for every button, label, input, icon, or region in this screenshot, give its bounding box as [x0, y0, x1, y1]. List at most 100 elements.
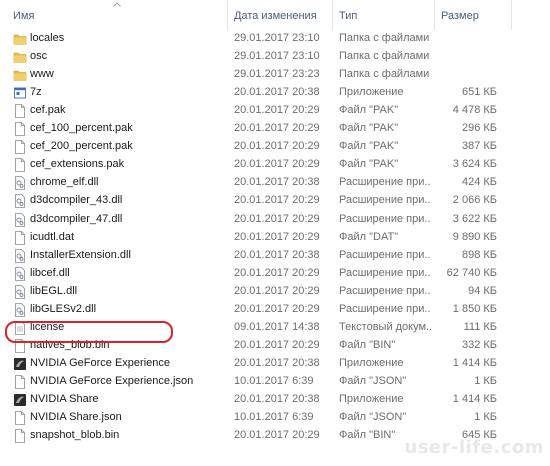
file-icon — [13, 410, 27, 426]
file-type: Приложение — [339, 86, 404, 99]
file-size: 1 414 КБ — [452, 356, 497, 369]
file-row[interactable]: cef_100_percent.pak 20.01.2017 20:29 Файл … — [0, 120, 550, 138]
nvidia-icon — [13, 392, 27, 408]
column-header-type[interactable]: Тип — [339, 10, 357, 22]
file-date-modified: 20.01.2017 20:29 — [234, 122, 320, 135]
file-size: 62 740 КБ — [446, 266, 497, 279]
column-header-name[interactable]: Имя — [13, 10, 34, 22]
file-type: Файл "PAK" — [339, 158, 399, 171]
file-type: Файл "JSON" — [339, 411, 407, 424]
column-divider[interactable] — [227, 0, 228, 30]
file-type: Файл "JSON" — [339, 374, 407, 387]
file-row[interactable]: NVIDIA GeForce Experience.json 10.01.2017… — [0, 373, 550, 391]
file-type: Текстовый докум... — [339, 320, 431, 333]
file-row[interactable]: cef_extensions.pak 20.01.2017 20:29 Файл "… — [0, 156, 550, 174]
file-row[interactable]: cef.pak 20.01.2017 20:29 Файл "PAK" 4 478 К… — [0, 102, 550, 120]
file-date-modified: 20.01.2017 20:38 — [234, 248, 320, 261]
column-divider[interactable] — [511, 0, 512, 30]
file-icon — [13, 139, 27, 155]
file-icon — [13, 374, 27, 390]
file-row[interactable]: libcef.dll 20.01.2017 20:29 Расширение при… — [0, 265, 550, 283]
dll-icon — [13, 175, 27, 191]
file-row[interactable]: InstallerExtension.dll 20.01.2017 20:38 Ра… — [0, 247, 550, 265]
file-name: locales — [30, 32, 65, 44]
file-row[interactable]: NVIDIA Share 20.01.2017 20:38 Приложение 1 … — [0, 391, 550, 409]
file-row[interactable]: www 29.01.2017 23:23 Папка с файлами — [0, 66, 550, 84]
file-name: NVIDIA Share — [30, 393, 99, 405]
file-date-modified: 20.01.2017 20:38 — [234, 356, 320, 369]
folder-icon — [13, 31, 27, 47]
file-date-modified: 20.01.2017 20:29 — [234, 212, 320, 225]
file-icon — [13, 157, 27, 173]
file-size: 296 КБ — [461, 122, 497, 135]
file-date-modified: 20.01.2017 20:29 — [234, 230, 320, 243]
file-type: Файл "PAK" — [339, 140, 399, 153]
file-date-modified: 20.01.2017 20:29 — [234, 194, 320, 207]
file-row[interactable]: libGLESv2.dll 20.01.2017 20:29 Расширение … — [0, 301, 550, 319]
file-name: NVIDIA GeForce Experience.json — [30, 374, 194, 387]
file-type: Расширение при... — [339, 266, 431, 279]
file-size: 1 КБ — [474, 374, 497, 387]
dll-icon — [13, 284, 27, 300]
file-type: Папка с файлами — [339, 68, 430, 81]
file-type: Приложение — [339, 393, 404, 405]
column-divider[interactable] — [332, 0, 333, 30]
file-row[interactable]: cef_200_percent.pak 20.01.2017 20:29 Файл … — [0, 138, 550, 156]
file-name: icudtl.dat — [30, 230, 75, 243]
file-size: 1 КБ — [474, 411, 497, 424]
file-row[interactable]: d3dcompiler_47.dll 20.01.2017 20:29 Расшир… — [0, 211, 550, 229]
file-name: NVIDIA GeForce Experience — [30, 356, 171, 369]
file-type: Файл "BIN" — [339, 338, 396, 351]
dll-icon — [13, 302, 27, 318]
file-row[interactable]: locales 29.01.2017 23:10 Папка с файлами — [0, 30, 550, 48]
file-date-modified: 09.01.2017 14:38 — [234, 320, 320, 333]
file-type: Папка с файлами — [339, 32, 430, 44]
file-type: Расширение при... — [339, 284, 431, 297]
file-name: cef.pak — [30, 104, 66, 117]
file-icon — [13, 428, 27, 444]
folder-icon — [13, 67, 27, 83]
file-date-modified: 20.01.2017 20:29 — [234, 266, 320, 279]
file-date-modified: 20.01.2017 20:38 — [234, 86, 320, 99]
file-row[interactable]: 7z 20.01.2017 20:38 Приложение 651 КБ — [0, 84, 550, 102]
nvidia-icon — [13, 356, 27, 372]
watermark: user-life.com — [404, 437, 544, 458]
file-type: Файл "PAK" — [339, 122, 399, 135]
dll-icon — [13, 266, 27, 282]
file-size: 94 КБ — [468, 284, 497, 297]
file-row[interactable]: d3dcompiler_43.dll 20.01.2017 20:29 Расшир… — [0, 192, 550, 210]
file-size: 332 КБ — [461, 338, 497, 351]
column-header-size[interactable]: Размер — [441, 10, 479, 22]
file-size: 424 КБ — [461, 176, 497, 189]
file-row[interactable]: icudtl.dat 20.01.2017 20:29 Файл "DAT" 9 89… — [0, 229, 550, 247]
file-name: osc — [30, 50, 48, 63]
file-date-modified: 29.01.2017 23:10 — [234, 32, 320, 44]
file-row[interactable]: chrome_elf.dll 20.01.2017 20:38 Расширение… — [0, 174, 550, 192]
file-row[interactable]: osc 29.01.2017 23:10 Папка с файлами — [0, 48, 550, 66]
file-row[interactable]: libEGL.dll 20.01.2017 20:29 Расширение при… — [0, 283, 550, 301]
file-icon — [13, 103, 27, 119]
file-name: cef_extensions.pak — [30, 158, 125, 171]
file-name: chrome_elf.dll — [30, 176, 99, 189]
file-date-modified: 20.01.2017 20:29 — [234, 104, 320, 117]
app-icon — [13, 85, 27, 101]
file-name: d3dcompiler_43.dll — [30, 194, 123, 207]
file-name: 7z — [30, 86, 42, 99]
dll-icon — [13, 193, 27, 209]
file-name: cef_200_percent.pak — [30, 140, 133, 153]
column-header-date[interactable]: Дата изменения — [234, 10, 317, 22]
file-row[interactable]: NVIDIA GeForce Experience 20.01.2017 20:3… — [0, 355, 550, 373]
file-size: 9 890 КБ — [452, 230, 497, 243]
file-size: 111 КБ — [463, 320, 497, 333]
file-name: cef_100_percent.pak — [30, 122, 133, 135]
column-divider[interactable] — [434, 0, 435, 30]
file-name: InstallerExtension.dll — [30, 248, 131, 261]
file-date-modified: 20.01.2017 20:38 — [234, 393, 320, 405]
sort-ascending-icon — [113, 2, 121, 7]
file-row[interactable]: NVIDIA Share.json 10.01.2017 6:39 Файл "JS… — [0, 409, 550, 427]
file-date-modified: 29.01.2017 23:23 — [234, 68, 320, 81]
file-size: 651 КБ — [461, 86, 497, 99]
file-size: 898 КБ — [461, 248, 497, 261]
column-header-bar: Имя Дата изменения Тип Размер — [0, 0, 550, 31]
file-size: 2 066 КБ — [452, 194, 497, 207]
